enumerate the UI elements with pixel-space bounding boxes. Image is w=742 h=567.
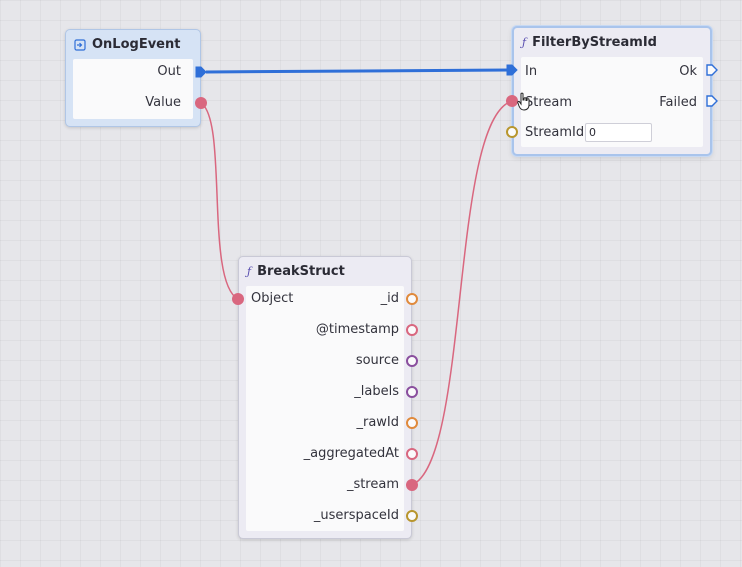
- pin-label-stream: _stream: [346, 477, 399, 492]
- mouse-cursor-icon: [517, 92, 530, 111]
- node-header[interactable]: OnLogEvent: [66, 30, 200, 59]
- node-body: Out Value: [73, 59, 193, 119]
- pin-label-timestamp: @timestamp: [315, 322, 399, 337]
- node-title: FilterByStreamId: [532, 35, 657, 50]
- pin-label-stream-id: StreamId: [525, 125, 585, 140]
- function-icon: ƒ: [522, 36, 527, 49]
- exec-wire-out-to-in[interactable]: [205, 68, 513, 74]
- node-header[interactable]: ƒ FilterByStreamId: [514, 28, 710, 57]
- on-log-event-node[interactable]: OnLogEvent Out Value: [65, 29, 201, 127]
- break-struct-node[interactable]: ƒ BreakStruct Object _id @timestamp sour…: [238, 256, 412, 539]
- aggregated-at-pin[interactable]: [406, 448, 418, 460]
- in-exec-pin[interactable]: [506, 64, 518, 76]
- userspace-id-pin[interactable]: [406, 510, 418, 522]
- node-title: OnLogEvent: [92, 37, 181, 52]
- pin-label-source: source: [355, 353, 399, 368]
- pin-label-out: Out: [157, 64, 181, 79]
- node-body: In Ok Stream Failed StreamId: [521, 57, 703, 147]
- source-pin[interactable]: [406, 355, 418, 367]
- node-title: BreakStruct: [257, 264, 345, 279]
- pin-label-object: Object: [251, 291, 294, 306]
- data-wire-stream-to-stream[interactable]: [411, 100, 513, 486]
- data-wire-value-to-object[interactable]: [200, 102, 239, 300]
- pin-label-raw-id: _rawId: [356, 415, 399, 430]
- pin-label-in: In: [525, 64, 538, 79]
- function-icon: ƒ: [247, 265, 252, 278]
- out-exec-pin[interactable]: [195, 66, 207, 78]
- value-pin[interactable]: [195, 97, 207, 109]
- event-icon: [74, 38, 86, 51]
- pin-label-failed: Failed: [659, 95, 697, 110]
- pin-label-id: _id: [380, 291, 399, 306]
- node-body: Object _id @timestamp source _labels _ra…: [246, 286, 404, 531]
- object-pin[interactable]: [232, 293, 244, 305]
- labels-pin[interactable]: [406, 386, 418, 398]
- failed-exec-pin[interactable]: [706, 95, 718, 107]
- stream-output-pin[interactable]: [406, 479, 418, 491]
- pin-label-aggregated-at: _aggregatedAt: [303, 446, 399, 461]
- pin-label-userspace-id: _userspaceId: [313, 508, 399, 523]
- filter-by-stream-id-node[interactable]: ƒ FilterByStreamId In Ok Stream Failed S…: [512, 26, 712, 156]
- node-header[interactable]: ƒ BreakStruct: [239, 257, 411, 286]
- stream-id-input[interactable]: [585, 123, 652, 142]
- raw-id-pin[interactable]: [406, 417, 418, 429]
- pin-label-stream: Stream: [525, 95, 573, 110]
- pin-label-labels: _labels: [354, 384, 399, 399]
- ok-exec-pin[interactable]: [706, 64, 718, 76]
- pin-label-value: Value: [145, 95, 181, 110]
- pin-label-ok: Ok: [679, 64, 697, 79]
- timestamp-pin[interactable]: [406, 324, 418, 336]
- id-pin[interactable]: [406, 293, 418, 305]
- stream-id-pin[interactable]: [506, 126, 518, 138]
